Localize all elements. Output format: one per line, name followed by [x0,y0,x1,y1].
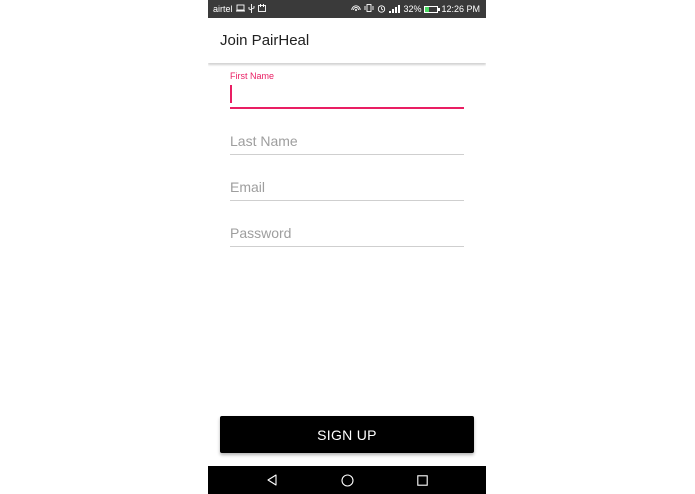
last-name-input[interactable]: Last Name [230,127,464,155]
navigation-bar [208,466,486,494]
battery-fill [425,6,430,12]
status-time: 12:26 PM [441,4,480,14]
email-field[interactable]: Email [230,155,464,201]
carrier-label: airtel [213,4,233,14]
notification-icon [257,4,266,14]
home-button[interactable] [335,468,359,492]
password-placeholder: Password [230,224,292,241]
recents-icon [417,474,428,486]
first-name-input[interactable] [230,81,464,109]
signup-button[interactable]: SIGN UP [220,416,474,453]
last-name-placeholder: Last Name [230,132,298,149]
status-right: 32% 12:26 PM [351,4,480,15]
text-cursor [230,85,232,103]
recents-button[interactable] [411,468,435,492]
last-name-field[interactable]: Last Name [230,109,464,155]
email-placeholder: Email [230,178,266,195]
battery-icon [424,5,441,13]
laptop-icon [235,4,245,14]
home-icon [340,473,354,487]
signup-form: First Name Last Name Email Password [230,63,464,247]
email-input[interactable]: Email [230,173,464,201]
hotspot-icon [351,4,362,14]
battery-percent: 32% [403,4,422,14]
vibrate-icon [364,4,374,14]
signal-icon [389,5,401,13]
status-left: airtel [213,3,266,15]
first-name-field[interactable]: First Name [230,63,464,109]
alarm-icon [377,4,386,15]
back-button[interactable] [260,468,284,492]
back-icon [266,474,277,486]
status-bar: airtel 32% 12:26 PM [208,0,486,18]
first-name-label: First Name [230,71,275,81]
phone-screen: airtel 32% 12:26 PM Join PairHeal First … [208,0,486,494]
app-bar: Join PairHeal [208,18,486,63]
password-field[interactable]: Password [230,201,464,247]
page-title: Join PairHeal [220,32,310,49]
password-input[interactable]: Password [230,219,464,247]
usb-icon [248,3,255,15]
